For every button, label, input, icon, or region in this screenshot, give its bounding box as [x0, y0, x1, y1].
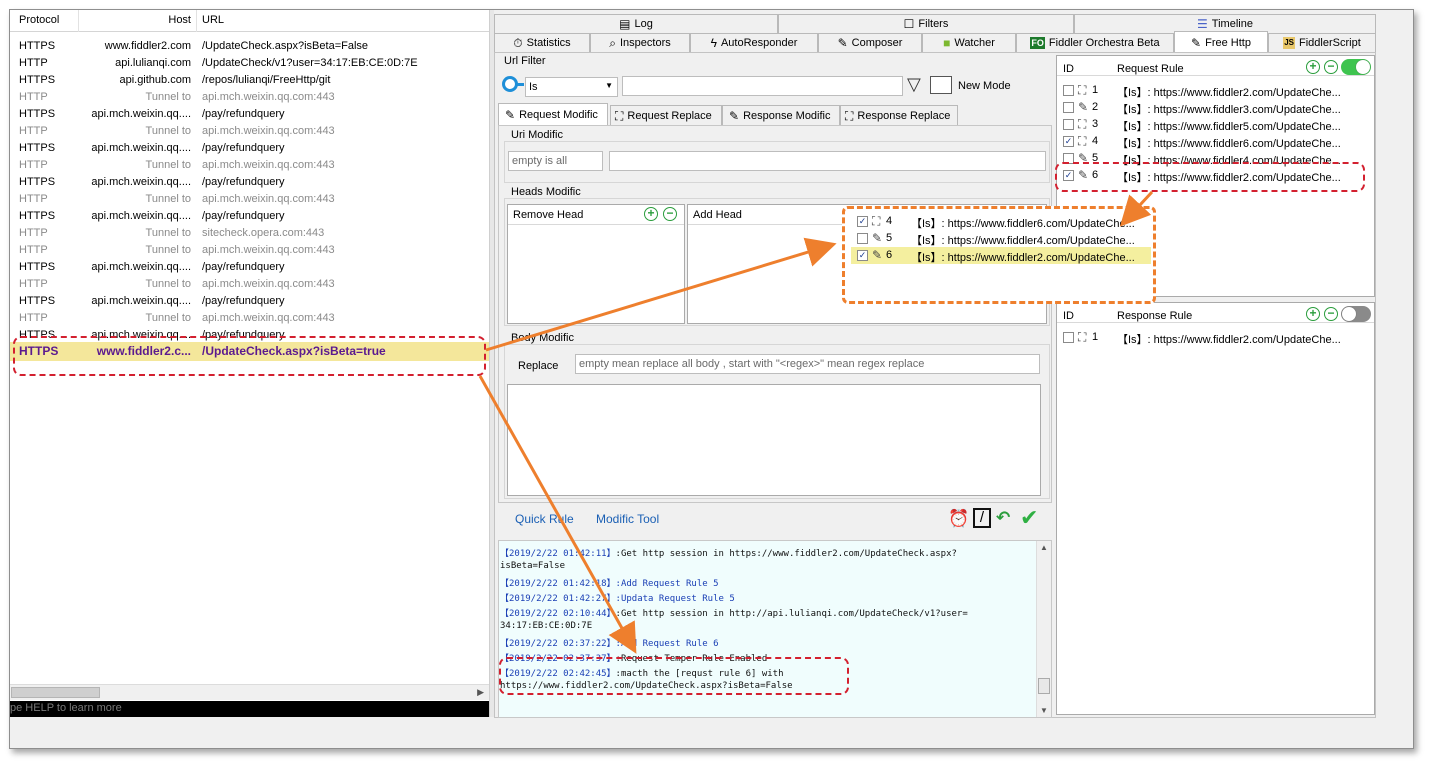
arrow-to-rule	[1119, 190, 1154, 227]
annotation-arrows	[478, 190, 1154, 654]
fiddler-window: Protocol Host URL HTTPS www.fiddler2.com /…	[9, 9, 1414, 749]
arrow-to-log	[478, 375, 637, 654]
arrow-to-callout	[485, 237, 837, 352]
